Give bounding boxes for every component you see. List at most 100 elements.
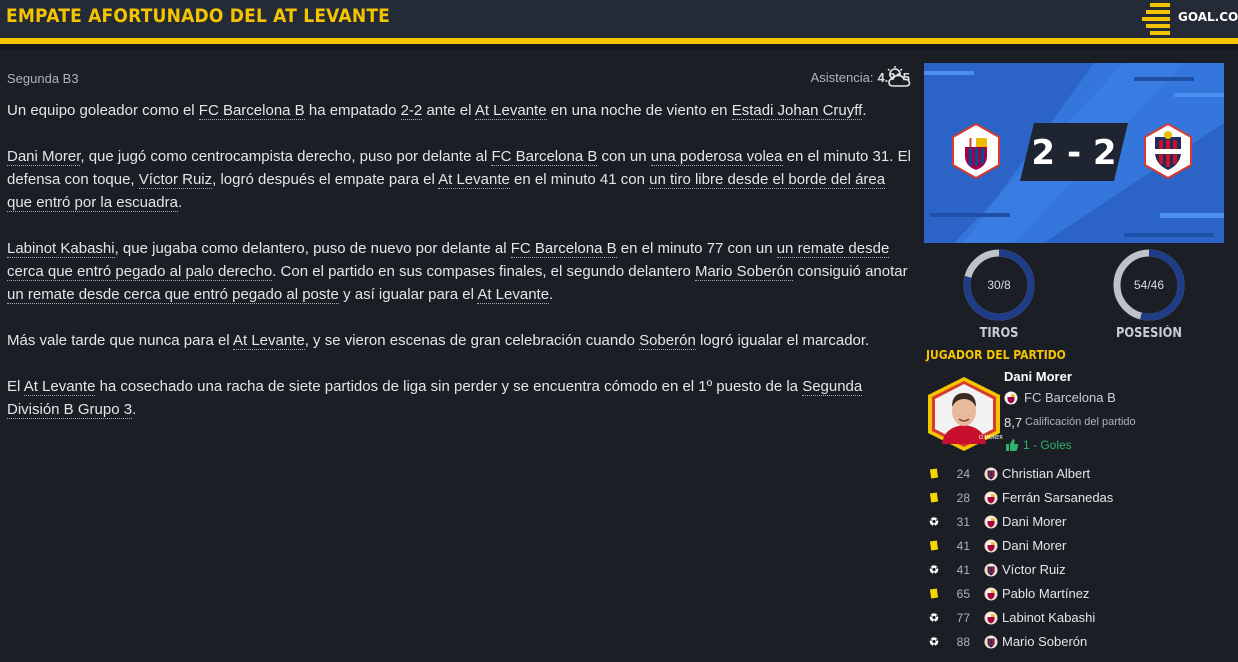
score-display: 2 - 2: [1020, 133, 1128, 173]
report-paragraph: Más vale tarde que nunca para el At Leva…: [7, 329, 913, 352]
article-link[interactable]: 2-2: [400, 102, 423, 120]
football-icon: [929, 565, 939, 575]
article-text: .: [177, 194, 183, 211]
barcelona-crest-small-icon: [984, 539, 998, 553]
article-text: . Con el partido en sus compases finales…: [272, 263, 695, 280]
article-link[interactable]: FC Barcelona B: [491, 148, 598, 166]
event-minute: 28: [956, 491, 970, 505]
thumbs-up-icon: [1006, 439, 1019, 451]
away-score: 2: [1092, 133, 1117, 173]
home-score: 2: [1031, 133, 1056, 173]
article-text: Un equipo goleador como el: [7, 102, 199, 119]
potm-rating: 8,7: [1004, 415, 1023, 430]
event-minute: 31: [956, 515, 970, 529]
event-player[interactable]: Dani Morer: [1002, 538, 1066, 553]
match-events-list: 24 Christian Albert 28 Ferrán Sarsanedas 31 D…: [924, 462, 1224, 654]
barcelona-crest-small-icon: [984, 611, 998, 625]
levante-crest-small-icon: [984, 635, 998, 649]
levante-crest-small-icon: [984, 563, 998, 577]
page-title: EMPATE AFORTUNADO DEL AT LEVANTE: [6, 5, 391, 27]
yellow-card-icon: [929, 588, 939, 599]
event-player[interactable]: Dani Morer: [1002, 514, 1066, 529]
article-link[interactable]: Dani Morer: [7, 148, 81, 166]
shots-label: TIROS: [979, 326, 1019, 341]
article-link[interactable]: At Levante: [477, 286, 550, 304]
potm-title: JUGADOR DEL PARTIDO: [926, 348, 1066, 362]
event-player[interactable]: Pablo Martínez: [1002, 586, 1089, 601]
article-link[interactable]: Labinot Kabashi: [7, 240, 115, 258]
shirt-text: D.MORER: [979, 435, 1003, 441]
article-link[interactable]: Víctor Ruiz: [138, 171, 213, 189]
event-row[interactable]: 41 Víctor Ruiz: [924, 558, 1224, 582]
article-text: .: [549, 286, 554, 303]
article-link[interactable]: Soberón: [639, 332, 696, 350]
shots-value: 30/8: [987, 278, 1011, 292]
brand-stripes-icon: [1142, 3, 1170, 35]
potm-name[interactable]: Dani Morer: [1004, 369, 1072, 384]
possession-label: POSESIÓN: [1116, 326, 1182, 341]
event-row[interactable]: 88 Mario Soberón: [924, 630, 1224, 654]
event-player[interactable]: Labinot Kabashi: [1002, 610, 1095, 625]
article-text: en el minuto 77 con un: [616, 240, 777, 257]
article-link[interactable]: un remate desde cerca que entró pegado a…: [7, 286, 339, 304]
event-row[interactable]: 41 Dani Morer: [924, 534, 1224, 558]
article-text: y así igualar para el: [338, 286, 478, 303]
potm-rating-label: Calificación del partido: [1025, 416, 1136, 428]
score-separator: -: [1066, 133, 1082, 173]
brand-name: GOAL.COM: [1178, 10, 1238, 24]
competition-label: Segunda B3: [7, 71, 79, 86]
levante-crest-icon: [1144, 122, 1192, 180]
article-text: , que jugó como centrocampista derecho, …: [80, 148, 492, 165]
article-text: Más vale tarde que nunca para el: [7, 332, 233, 349]
report-paragraph: El At Levante ha cosechado una racha de …: [7, 375, 913, 421]
event-row[interactable]: 24 Christian Albert: [924, 462, 1224, 486]
article-text: .: [132, 401, 137, 418]
barcelona-crest-small-icon: [984, 587, 998, 601]
article-link[interactable]: Estadi Johan Cruyff: [731, 102, 863, 120]
player-portrait[interactable]: D.MORER: [924, 377, 1004, 451]
event-minute: 41: [956, 539, 970, 553]
article-link[interactable]: At Levante: [23, 378, 96, 396]
article-link[interactable]: At Levante: [232, 332, 305, 350]
article-text: ha cosechado una racha de siete partidos…: [95, 378, 803, 395]
header-divider: [0, 44, 1238, 50]
scoreboard: 2 - 2: [924, 63, 1224, 243]
match-report: Un equipo goleador como el FC Barcelona …: [7, 99, 913, 444]
article-text: ante el: [422, 102, 475, 119]
article-text: .: [862, 102, 867, 119]
event-minute: 77: [956, 611, 970, 625]
barcelona-crest-small-icon: [1004, 391, 1018, 405]
article-link[interactable]: FC Barcelona B: [510, 240, 617, 258]
article-text: , y se vieron escenas de gran celebració…: [304, 332, 640, 349]
article-text: , logró después el empate para el: [212, 171, 439, 188]
event-player[interactable]: Ferrán Sarsanedas: [1002, 490, 1113, 505]
football-icon: [929, 517, 939, 527]
article-link[interactable]: At Levante: [474, 102, 547, 120]
report-paragraph: Dani Morer, que jugó como centrocampista…: [7, 145, 913, 214]
event-player[interactable]: Mario Soberón: [1002, 634, 1087, 649]
potm-club[interactable]: FC Barcelona B: [1024, 390, 1116, 405]
event-player[interactable]: Víctor Ruiz: [1002, 562, 1066, 577]
article-link[interactable]: At Levante: [438, 171, 510, 189]
event-row[interactable]: 77 Labinot Kabashi: [924, 606, 1224, 630]
event-minute: 24: [956, 467, 970, 481]
article-text: en el minuto 41 con: [509, 171, 650, 188]
article-text: con un: [597, 148, 651, 165]
article-text: consiguió anotar: [793, 263, 908, 280]
potm-goals: 1 - Goles: [1023, 438, 1072, 452]
event-row[interactable]: 28 Ferrán Sarsanedas: [924, 486, 1224, 510]
yellow-card-icon: [929, 540, 939, 551]
event-row[interactable]: 65 Pablo Martínez: [924, 582, 1224, 606]
report-paragraph: Labinot Kabashi, que jugaba como delante…: [7, 237, 913, 306]
event-player[interactable]: Christian Albert: [1002, 466, 1090, 481]
top-bar: EMPATE AFORTUNADO DEL AT LEVANTE GOAL.CO…: [0, 0, 1238, 38]
article-link[interactable]: FC Barcelona B: [198, 102, 305, 120]
barcelona-crest-small-icon: [984, 491, 998, 505]
event-row[interactable]: 31 Dani Morer: [924, 510, 1224, 534]
yellow-card-icon: [929, 492, 939, 503]
article-link[interactable]: Mario Soberón: [694, 263, 794, 281]
article-link[interactable]: una poderosa volea: [650, 148, 783, 166]
article-text: El: [7, 378, 24, 395]
event-minute: 41: [956, 563, 970, 577]
barcelona-crest-icon: [952, 122, 1000, 180]
